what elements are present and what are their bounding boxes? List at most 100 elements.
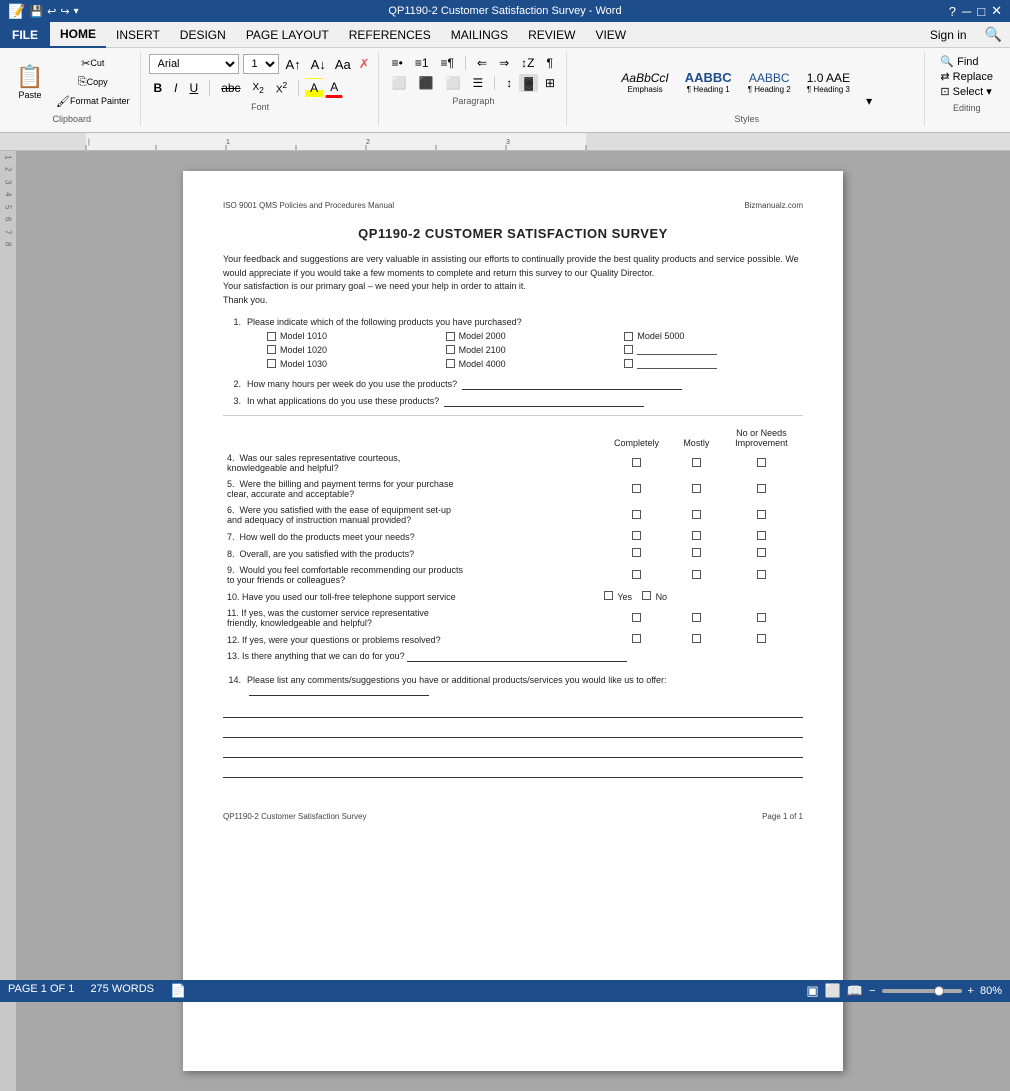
decrease-font-btn[interactable]: A↓ bbox=[308, 55, 329, 74]
superscript-button[interactable]: X2 bbox=[271, 78, 292, 98]
styles-expand-button[interactable]: ▾ bbox=[861, 92, 877, 110]
layout-read-icon[interactable]: 📖 bbox=[847, 983, 863, 999]
cb-model1010[interactable] bbox=[267, 332, 276, 341]
cb-other1[interactable] bbox=[624, 345, 633, 354]
q9-improvement[interactable] bbox=[720, 562, 803, 588]
mailings-menu[interactable]: MAILINGS bbox=[441, 22, 518, 48]
search-icon[interactable]: 🔍 bbox=[977, 24, 1010, 45]
paste-button[interactable]: 📋 Paste bbox=[10, 56, 50, 108]
format-painter-button[interactable]: 🖌 Format Painter bbox=[52, 92, 134, 110]
comment-line-1[interactable] bbox=[223, 702, 803, 718]
increase-indent-button[interactable]: ⇒ bbox=[494, 54, 514, 72]
q4-improvement[interactable] bbox=[720, 450, 803, 476]
cb-model4000[interactable] bbox=[446, 359, 455, 368]
justify-button[interactable]: ☰ bbox=[468, 74, 489, 92]
q2-fill[interactable] bbox=[462, 379, 682, 390]
show-formatting-button[interactable]: ¶ bbox=[541, 54, 557, 72]
help-btn[interactable]: ? bbox=[949, 4, 956, 19]
style-heading2[interactable]: AABBC ¶ Heading 2 bbox=[743, 68, 796, 97]
file-menu[interactable]: FILE bbox=[0, 22, 50, 48]
style-heading1[interactable]: AABBC ¶ Heading 1 bbox=[680, 67, 737, 97]
sort-button[interactable]: ↕Z bbox=[516, 54, 539, 72]
align-left-button[interactable]: ⬜ bbox=[387, 74, 412, 92]
close-btn[interactable]: ✕ bbox=[991, 3, 1002, 19]
quick-access-redo[interactable]: ↪ bbox=[60, 5, 69, 18]
zoom-in-icon[interactable]: + bbox=[968, 985, 974, 997]
underline-button[interactable]: U bbox=[185, 78, 204, 98]
align-center-button[interactable]: ⬛ bbox=[414, 74, 439, 92]
strikethrough-button[interactable]: abc bbox=[216, 78, 245, 98]
clear-format-btn[interactable]: ✗ bbox=[357, 55, 372, 73]
increase-font-btn[interactable]: A↑ bbox=[283, 55, 304, 74]
cb-model2100[interactable] bbox=[446, 345, 455, 354]
layout-print-icon[interactable]: ▣ bbox=[806, 983, 818, 999]
q4-mostly[interactable] bbox=[673, 450, 720, 476]
q7-completely[interactable] bbox=[600, 528, 673, 545]
cb-other2[interactable] bbox=[624, 359, 633, 368]
home-menu[interactable]: HOME bbox=[50, 22, 106, 48]
quick-access-undo[interactable]: ↩ bbox=[47, 5, 56, 18]
q4-completely[interactable] bbox=[600, 450, 673, 476]
italic-button[interactable]: I bbox=[169, 78, 182, 98]
numbering-button[interactable]: ≡1 bbox=[410, 54, 434, 72]
shading-button[interactable]: ▓ bbox=[519, 74, 538, 92]
align-right-button[interactable]: ⬜ bbox=[441, 74, 466, 92]
q5-improvement[interactable] bbox=[720, 476, 803, 502]
bullets-button[interactable]: ≡• bbox=[387, 54, 408, 72]
style-heading3[interactable]: 1.0 AAE ¶ Heading 3 bbox=[802, 68, 855, 97]
view-menu[interactable]: VIEW bbox=[585, 22, 636, 48]
cb-model2000[interactable] bbox=[446, 332, 455, 341]
q11-mostly[interactable] bbox=[673, 605, 720, 631]
q8-completely[interactable] bbox=[600, 545, 673, 562]
select-button[interactable]: ⊡Select ▾ bbox=[937, 84, 994, 99]
font-size-selector[interactable]: 12 bbox=[243, 54, 279, 74]
decrease-indent-button[interactable]: ⇐ bbox=[472, 54, 492, 72]
restore-btn[interactable]: □ bbox=[977, 4, 985, 19]
q6-mostly[interactable] bbox=[673, 502, 720, 528]
references-menu[interactable]: REFERENCES bbox=[339, 22, 441, 48]
cut-button[interactable]: ✂ Cut bbox=[52, 54, 134, 72]
borders-button[interactable]: ⊞ bbox=[540, 74, 560, 92]
insert-menu[interactable]: INSERT bbox=[106, 22, 170, 48]
zoom-out-icon[interactable]: − bbox=[869, 985, 875, 997]
q6-completely[interactable] bbox=[600, 502, 673, 528]
subscript-button[interactable]: X2 bbox=[248, 78, 269, 98]
q12-completely[interactable] bbox=[600, 631, 673, 648]
quick-access-save[interactable]: 💾 bbox=[29, 5, 43, 18]
q11-improvement[interactable] bbox=[720, 605, 803, 631]
design-menu[interactable]: DESIGN bbox=[170, 22, 236, 48]
style-emphasis[interactable]: AaBbCcI Emphasis bbox=[616, 68, 673, 97]
zoom-slider[interactable] bbox=[882, 989, 962, 993]
font-selector[interactable]: Arial bbox=[149, 54, 239, 74]
find-button[interactable]: 🔍Find bbox=[937, 54, 981, 69]
comment-line-3[interactable] bbox=[223, 742, 803, 758]
q12-mostly[interactable] bbox=[673, 631, 720, 648]
replace-button[interactable]: ⇄Replace bbox=[937, 69, 996, 84]
sign-in[interactable]: Sign in bbox=[920, 22, 977, 48]
q12-improvement[interactable] bbox=[720, 631, 803, 648]
font-color-button[interactable]: A bbox=[325, 78, 343, 98]
bold-button[interactable]: B bbox=[149, 78, 168, 98]
review-menu[interactable]: REVIEW bbox=[518, 22, 585, 48]
multilevel-list-button[interactable]: ≡¶ bbox=[436, 54, 459, 72]
copy-button[interactable]: ⎘ Copy bbox=[52, 73, 134, 91]
comment-line-4[interactable] bbox=[223, 762, 803, 778]
q8-mostly[interactable] bbox=[673, 545, 720, 562]
layout-web-icon[interactable]: ⬜ bbox=[825, 983, 841, 999]
word-page[interactable]: ISO 9001 QMS Policies and Procedures Man… bbox=[183, 171, 843, 1071]
q5-mostly[interactable] bbox=[673, 476, 720, 502]
q9-completely[interactable] bbox=[600, 562, 673, 588]
q7-mostly[interactable] bbox=[673, 528, 720, 545]
q3-fill[interactable] bbox=[444, 396, 644, 407]
cb-model1020[interactable] bbox=[267, 345, 276, 354]
q11-completely[interactable] bbox=[600, 605, 673, 631]
cb-model1030[interactable] bbox=[267, 359, 276, 368]
q10-no-cb[interactable] bbox=[642, 591, 651, 600]
q6-improvement[interactable] bbox=[720, 502, 803, 528]
text-highlight-button[interactable]: A bbox=[305, 78, 323, 98]
q5-completely[interactable] bbox=[600, 476, 673, 502]
minimize-btn[interactable]: ─ bbox=[962, 4, 971, 19]
q10-yes-cb[interactable] bbox=[604, 591, 613, 600]
line-spacing-button[interactable]: ↕ bbox=[501, 74, 517, 92]
cb-model5000[interactable] bbox=[624, 332, 633, 341]
